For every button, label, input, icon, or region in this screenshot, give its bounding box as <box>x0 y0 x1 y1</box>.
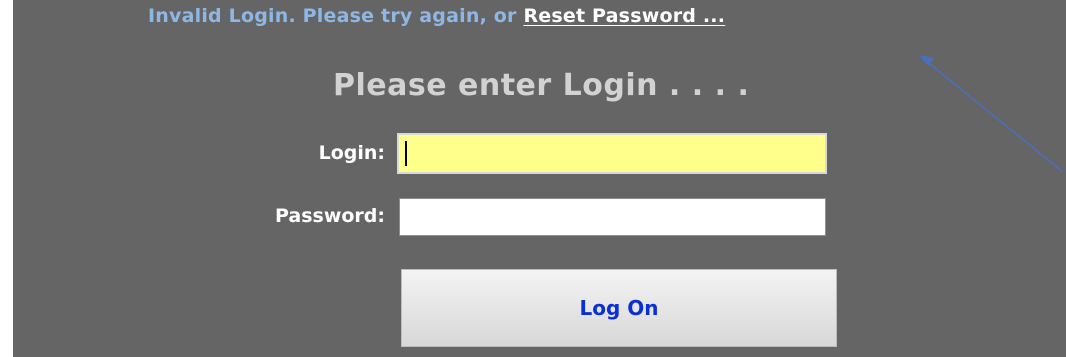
login-panel: Invalid Login. Please try again, or Rese… <box>13 0 1066 357</box>
password-label: Password: <box>274 205 385 227</box>
login-screen: Invalid Login. Please try again, or Rese… <box>0 0 1066 357</box>
login-input[interactable] <box>397 133 827 174</box>
log-on-button[interactable]: Log On <box>401 269 837 347</box>
page-title: Please enter Login . . . . <box>333 68 750 103</box>
reset-password-link[interactable]: Reset Password ... <box>523 5 725 27</box>
error-message: Invalid Login. Please try again, or Rese… <box>148 5 725 27</box>
password-input[interactable] <box>399 198 826 236</box>
error-text: Invalid Login. Please try again, or <box>148 5 524 27</box>
text-caret <box>405 141 407 166</box>
login-label: Login: <box>318 142 385 164</box>
